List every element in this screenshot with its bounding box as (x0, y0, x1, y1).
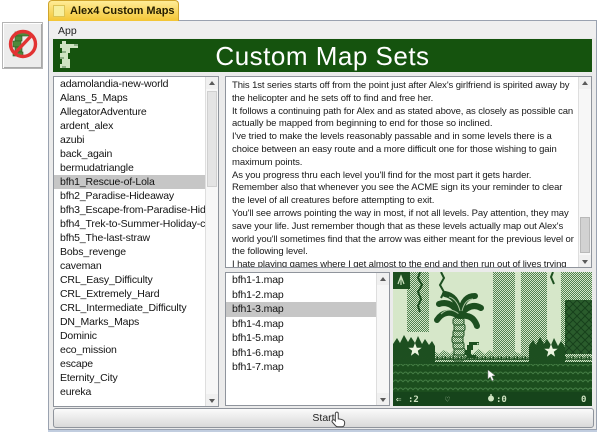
description-scrollbar[interactable] (578, 77, 591, 267)
level-preview: ⇐ :2 ♡ :0 0 (393, 272, 592, 406)
map-set-item[interactable]: Alans_5_Maps (54, 91, 205, 105)
map-sets-list[interactable]: adamolandia-new-worldAlans_5_MapsAllegat… (53, 76, 219, 407)
map-set-item[interactable]: bfh3_Escape-from-Paradise-Hideaway (54, 203, 205, 217)
heart-icon: ♡ (445, 395, 450, 404)
description-line: As you progress thru each level you'll f… (232, 170, 575, 208)
score-value: 0 (581, 395, 586, 405)
map-file-item[interactable]: bfh1-3.map (226, 302, 376, 317)
map-file-item[interactable]: bfh1-4.map (226, 317, 376, 332)
map-set-item[interactable]: CRL_Extremely_Hard (54, 287, 205, 301)
map-set-item[interactable]: escape (54, 357, 205, 371)
map-file-item[interactable]: bfh1-7.map (226, 360, 376, 375)
scroll-down-icon[interactable] (206, 394, 218, 406)
set-description[interactable]: This 1st series starts off from the poin… (225, 76, 592, 268)
map-set-item[interactable]: CRL_Intermediate_Difficulty (54, 301, 205, 315)
map-set-item[interactable]: bfh1_Rescue-of-Lola (54, 175, 205, 189)
lives-icon: ⇐ (396, 395, 402, 405)
map-set-item[interactable]: CRL_Easy_Difficulty (54, 273, 205, 287)
description-line: This 1st series starts off from the poin… (232, 80, 575, 106)
map-set-item[interactable]: Dominic (54, 329, 205, 343)
page-title: Custom Map Sets (53, 39, 592, 72)
map-set-item[interactable]: back_again (54, 147, 205, 161)
map-set-item[interactable]: bfh4_Trek-to-Summer-Holiday-camp (54, 217, 205, 231)
window-title-tab[interactable]: Alex4 Custom Maps (48, 0, 179, 21)
description-line: I hate playing games where I get almost … (232, 259, 575, 267)
map-files-list[interactable]: bfh1-1.mapbfh1-2.mapbfh1-3.mapbfh1-4.map… (225, 272, 390, 406)
map-set-item[interactable]: azubi (54, 133, 205, 147)
description-line: I've tried to make the levels reasonably… (232, 131, 575, 169)
map-file-item[interactable]: bfh1-6.map (226, 346, 376, 361)
map-set-item[interactable]: Bobs_revenge (54, 245, 205, 259)
window-icon (53, 5, 65, 17)
hand-cursor-icon (330, 411, 347, 429)
map-set-item[interactable]: Eternity_City (54, 371, 205, 385)
scroll-up-icon[interactable] (579, 77, 591, 89)
map-set-item[interactable]: DN_Marks_Maps (54, 315, 205, 329)
sets-scrollbar[interactable] (205, 77, 218, 406)
description-line: It follows a continuing path for Alex an… (232, 106, 575, 132)
description-line: You'll see arrows pointing the way in mo… (232, 208, 575, 259)
banner: Custom Map Sets (53, 39, 592, 72)
app-window: App Custom Map Sets adamolandia-new-worl… (48, 20, 597, 430)
map-set-item[interactable]: bermudatriangle (54, 161, 205, 175)
map-set-item[interactable]: adamolandia-new-world (54, 77, 205, 91)
lives-count: :2 (408, 395, 419, 405)
map-file-item[interactable]: bfh1-1.map (226, 273, 376, 288)
map-file-item[interactable]: bfh1-2.map (226, 288, 376, 303)
scroll-down-icon[interactable] (377, 393, 389, 405)
start-button[interactable]: Start (53, 408, 594, 428)
scroll-up-icon[interactable] (206, 77, 218, 89)
scrollbar-thumb[interactable] (207, 91, 217, 187)
fruit-count: :0 (496, 395, 507, 405)
blocked-alligator-icon (5, 27, 41, 65)
map-set-item[interactable]: eureka (54, 385, 205, 399)
map-set-item[interactable]: bfh5_The-last-straw (54, 231, 205, 245)
map-set-item[interactable]: AllegatorAdventure (54, 105, 205, 119)
menu-app[interactable]: App (49, 23, 83, 40)
scroll-up-icon[interactable] (377, 273, 389, 285)
map-set-item[interactable]: ardent_alex (54, 119, 205, 133)
map-set-item[interactable]: bfh2_Paradise-Hideaway (54, 189, 205, 203)
alex4-desktop-icon[interactable] (2, 22, 43, 69)
map-file-item[interactable]: bfh1-5.map (226, 331, 376, 346)
map-set-item[interactable]: eco_mission (54, 343, 205, 357)
scroll-down-icon[interactable] (579, 255, 591, 267)
maps-scrollbar[interactable] (376, 273, 389, 405)
menu-bar: App (49, 21, 596, 38)
level-preview-image: ⇐ :2 ♡ :0 0 (393, 272, 592, 406)
map-set-item[interactable]: caveman (54, 259, 205, 273)
scrollbar-thumb[interactable] (580, 217, 590, 253)
window-title: Alex4 Custom Maps (70, 5, 175, 17)
